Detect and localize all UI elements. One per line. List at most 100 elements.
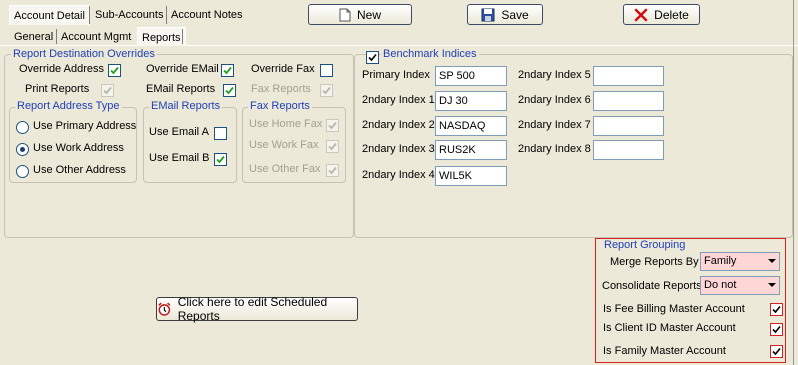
new-document-icon	[339, 8, 351, 21]
secondary-index-6-input[interactable]	[593, 91, 664, 111]
tab-sub-accounts[interactable]: Sub-Accounts	[91, 5, 167, 25]
check-icon	[772, 305, 781, 314]
use-primary-address-label: Use Primary Address	[33, 120, 137, 132]
secondary-index-7-input[interactable]	[593, 116, 664, 136]
report-grouping-legend: Report Grouping	[602, 239, 688, 251]
check-icon	[225, 86, 234, 95]
check-icon	[328, 166, 337, 175]
check-icon	[368, 53, 377, 62]
subtab-account-mgmt[interactable]: Account Mgmt	[57, 27, 135, 45]
merge-reports-by-select[interactable]: Family	[700, 252, 780, 271]
primary-index-input[interactable]: SP 500	[435, 66, 507, 86]
fee-billing-master-label: Is Fee Billing Master Account	[603, 303, 745, 315]
secondary-index-2-input[interactable]: NASDAQ	[435, 116, 507, 136]
chevron-down-icon	[768, 283, 776, 287]
override-email-checkbox[interactable]	[221, 64, 234, 77]
red-x-icon	[634, 8, 648, 21]
destination-overrides-legend: Report Destination Overrides	[11, 48, 157, 60]
client-id-master-label: Is Client ID Master Account	[603, 322, 736, 334]
new-button[interactable]: New	[308, 4, 412, 25]
consolidate-reports-select[interactable]: Do not	[700, 276, 780, 295]
email-reports-checkbox[interactable]	[223, 84, 236, 97]
merge-reports-by-label: Merge Reports By	[610, 256, 699, 268]
use-home-fax-checkbox	[326, 119, 339, 132]
edit-scheduled-reports-label: Click here to edit Scheduled Reports	[177, 295, 328, 323]
tab-separator	[89, 6, 90, 24]
override-fax-checkbox[interactable]	[320, 64, 333, 77]
override-address-checkbox[interactable]	[108, 64, 121, 77]
radio-use-work-address[interactable]	[16, 143, 29, 156]
check-icon	[216, 155, 225, 164]
fee-billing-master-checkbox[interactable]	[770, 303, 783, 316]
check-icon	[322, 86, 331, 95]
family-master-checkbox[interactable]	[770, 345, 783, 358]
chevron-down-icon	[768, 259, 776, 263]
check-icon	[328, 142, 337, 151]
override-fax-label: Override Fax	[251, 63, 315, 75]
secondary-index-2-label: 2ndary Index 2	[362, 119, 435, 131]
delete-button-label: Delete	[654, 7, 689, 22]
tab-account-notes[interactable]: Account Notes	[167, 5, 247, 25]
consolidate-reports-label: Consolidate Reports	[602, 280, 702, 292]
email-reports-group	[143, 107, 237, 183]
delete-button[interactable]: Delete	[623, 4, 700, 25]
consolidate-reports-value: Do not	[704, 279, 737, 291]
address-type-legend: Report Address Type	[15, 100, 122, 112]
use-other-address-label: Use Other Address	[33, 164, 126, 176]
fax-reports-label: Fax Reports	[251, 83, 311, 95]
benchmark-indices-checkbox[interactable]	[366, 51, 379, 64]
use-other-fax-label: Use Other Fax	[249, 163, 321, 175]
secondary-index-8-label: 2ndary Index 8	[518, 143, 591, 155]
fax-reports-checkbox	[320, 84, 333, 97]
radio-use-primary-address[interactable]	[16, 121, 29, 134]
secondary-index-4-input[interactable]: WIL5K	[435, 166, 507, 186]
tab-separator	[182, 29, 183, 44]
use-work-address-label: Use Work Address	[33, 142, 124, 154]
secondary-index-5-input[interactable]	[593, 66, 664, 86]
secondary-index-1-label: 2ndary Index 1	[362, 94, 435, 106]
edit-scheduled-reports-button[interactable]: Click here to edit Scheduled Reports	[156, 295, 358, 323]
secondary-index-3-label: 2ndary Index 3	[362, 143, 435, 155]
use-email-a-checkbox[interactable]	[214, 127, 227, 140]
email-reports-legend: EMail Reports	[149, 100, 223, 112]
print-reports-label: Print Reports	[25, 83, 90, 95]
right-edge	[793, 0, 794, 365]
use-email-b-label: Use Email B	[149, 152, 210, 164]
secondary-index-6-label: 2ndary Index 6	[518, 94, 591, 106]
use-email-a-label: Use Email A	[149, 126, 209, 138]
tab-account-detail[interactable]: Account Detail	[9, 5, 90, 25]
secondary-index-7-label: 2ndary Index 7	[518, 119, 591, 131]
use-email-b-checkbox[interactable]	[214, 153, 227, 166]
client-id-master-checkbox[interactable]	[770, 323, 783, 336]
check-icon	[328, 121, 337, 130]
check-icon	[223, 66, 232, 75]
sub-tab-line	[0, 45, 798, 46]
save-button[interactable]: Save	[467, 4, 543, 25]
primary-index-label: Primary Index	[362, 69, 430, 81]
secondary-index-3-input[interactable]: RUS2K	[435, 140, 507, 160]
check-icon	[103, 86, 112, 95]
fax-reports-legend: Fax Reports	[248, 100, 312, 112]
alarm-clock-icon	[158, 302, 171, 316]
use-other-fax-checkbox	[326, 164, 339, 177]
save-button-label: Save	[501, 7, 529, 22]
floppy-disk-icon	[481, 8, 495, 21]
radio-use-other-address[interactable]	[16, 165, 29, 178]
override-email-label: Override EMail	[146, 63, 219, 75]
override-address-label: Override Address	[19, 63, 104, 75]
email-reports-label: EMail Reports	[146, 83, 216, 95]
check-icon	[110, 66, 119, 75]
use-work-fax-label: Use Work Fax	[249, 139, 319, 151]
secondary-index-5-label: 2ndary Index 5	[518, 69, 591, 81]
subtab-reports[interactable]: Reports	[137, 27, 186, 46]
print-reports-checkbox	[101, 84, 114, 97]
subtab-general[interactable]: General	[10, 27, 57, 45]
secondary-index-4-label: 2ndary Index 4	[362, 169, 435, 181]
use-home-fax-label: Use Home Fax	[249, 118, 323, 130]
new-button-label: New	[356, 7, 381, 22]
secondary-index-8-input[interactable]	[593, 140, 664, 160]
check-icon	[772, 347, 781, 356]
check-icon	[772, 325, 781, 334]
secondary-index-1-input[interactable]: DJ 30	[435, 91, 507, 111]
merge-reports-by-value: Family	[704, 255, 737, 267]
